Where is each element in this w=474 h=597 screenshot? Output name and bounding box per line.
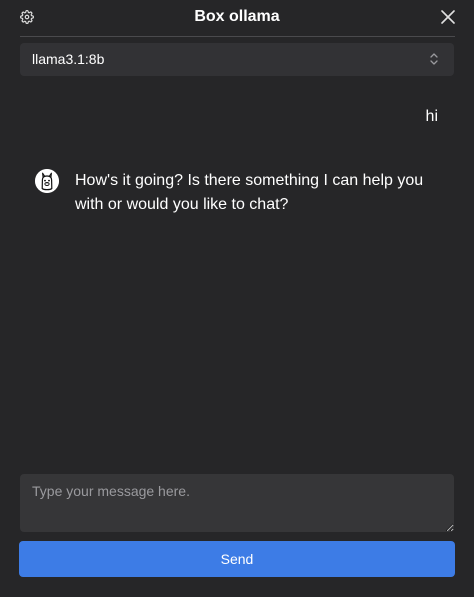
message-input[interactable] bbox=[20, 474, 454, 532]
ollama-llama-icon bbox=[35, 169, 59, 193]
close-icon bbox=[441, 10, 455, 24]
chevron-up-down-icon bbox=[430, 53, 438, 65]
send-button[interactable]: Send bbox=[19, 541, 455, 577]
model-select-value: llama3.1:8b bbox=[32, 51, 105, 67]
assistant-message: How's it going? Is there something I can… bbox=[75, 172, 424, 213]
header: Box ollama bbox=[0, 0, 474, 36]
window-title: Box ollama bbox=[194, 8, 280, 25]
assistant-avatar bbox=[35, 169, 59, 193]
user-message: hi bbox=[425, 108, 438, 125]
header-divider bbox=[20, 36, 455, 37]
model-select[interactable]: llama3.1:8b bbox=[20, 43, 454, 76]
close-button[interactable] bbox=[437, 6, 459, 28]
